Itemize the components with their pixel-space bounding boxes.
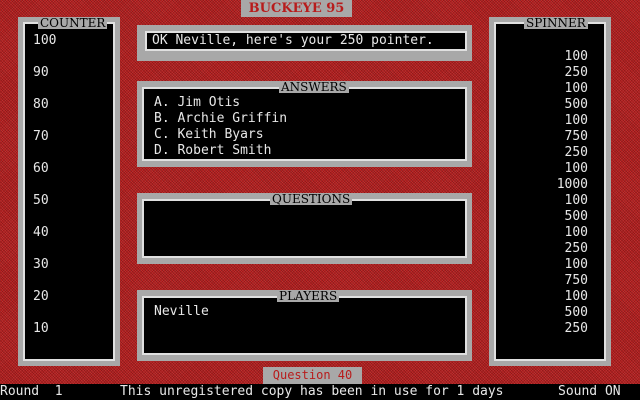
spinner-value: 500 — [564, 97, 588, 112]
status-bar: Round 1 This unregistered copy has been … — [0, 384, 640, 400]
spinner-value: 750 — [564, 129, 588, 144]
counter-value: 20 — [33, 289, 49, 304]
spinner-value: 250 — [564, 321, 588, 336]
counter-label: COUNTER — [38, 16, 108, 30]
spinner-value: 100 — [564, 257, 588, 272]
player-name: Neville — [154, 304, 209, 319]
round-indicator: Round 1 — [0, 384, 63, 399]
spinner-value: 100 — [564, 49, 588, 64]
counter-value: 10 — [33, 321, 49, 336]
players-panel: PLAYERS Neville — [137, 290, 472, 361]
sound-toggle[interactable]: Sound ON — [558, 384, 621, 400]
spinner-value: 250 — [564, 241, 588, 256]
answer-option: D. Robert Smith — [154, 143, 272, 158]
spinner-panel: SPINNER 100 250 100 500 100 750 250 100 1000 100 5… — [489, 17, 611, 366]
spinner-value: 100 — [564, 193, 588, 208]
counter-panel: COUNTER 100 90 80 70 60 50 40 30 20 10 — [18, 17, 120, 366]
questions-panel: QUESTIONS — [137, 193, 472, 264]
counter-list: 100 90 80 70 60 50 40 30 20 10 — [23, 31, 115, 361]
spinner-value: 500 — [564, 209, 588, 224]
spinner-value: 100 — [564, 113, 588, 128]
questions-label: QUESTIONS — [270, 192, 353, 206]
counter-value: 80 — [33, 97, 49, 112]
game-title: BUCKEYE 95 — [241, 0, 352, 17]
answers-list: A. Jim Otis B. Archie Griffin C. Keith Bya… — [142, 95, 467, 161]
message-text: OK Neville, here's your 250 pointer. — [145, 31, 467, 51]
spinner-label: SPINNER — [524, 16, 588, 30]
counter-value: 60 — [33, 161, 49, 176]
unregistered-notice: This unregistered copy has been in use f… — [120, 384, 504, 399]
counter-value: 70 — [33, 129, 49, 144]
answers-panel: ANSWERS A. Jim Otis B. Archie Griffin C. K… — [137, 81, 472, 167]
counter-value: 40 — [33, 225, 49, 240]
spinner-value: 100 — [564, 289, 588, 304]
players-label: PLAYERS — [277, 289, 340, 303]
counter-value: 90 — [33, 65, 49, 80]
spinner-list: 100 250 100 500 100 750 250 100 1000 100 500 100 250… — [494, 31, 606, 361]
question-number-tab: Question 40 — [263, 367, 362, 384]
spinner-value: 250 — [564, 145, 588, 160]
answer-option: C. Keith Byars — [154, 127, 264, 142]
spinner-value: 250 — [564, 65, 588, 80]
spinner-value: 750 — [564, 273, 588, 288]
spinner-value: 500 — [564, 305, 588, 320]
answer-option: A. Jim Otis — [154, 95, 241, 110]
spinner-value: 1000 — [556, 177, 588, 192]
answer-option: B. Archie Griffin — [154, 111, 288, 126]
spinner-value: 100 — [564, 81, 588, 96]
players-list: Neville — [142, 304, 467, 349]
counter-value: 50 — [33, 193, 49, 208]
answers-label: ANSWERS — [279, 80, 349, 94]
spinner-value: 100 — [564, 161, 588, 176]
counter-value: 100 — [33, 33, 57, 48]
counter-value: 30 — [33, 257, 49, 272]
spinner-value: 100 — [564, 225, 588, 240]
